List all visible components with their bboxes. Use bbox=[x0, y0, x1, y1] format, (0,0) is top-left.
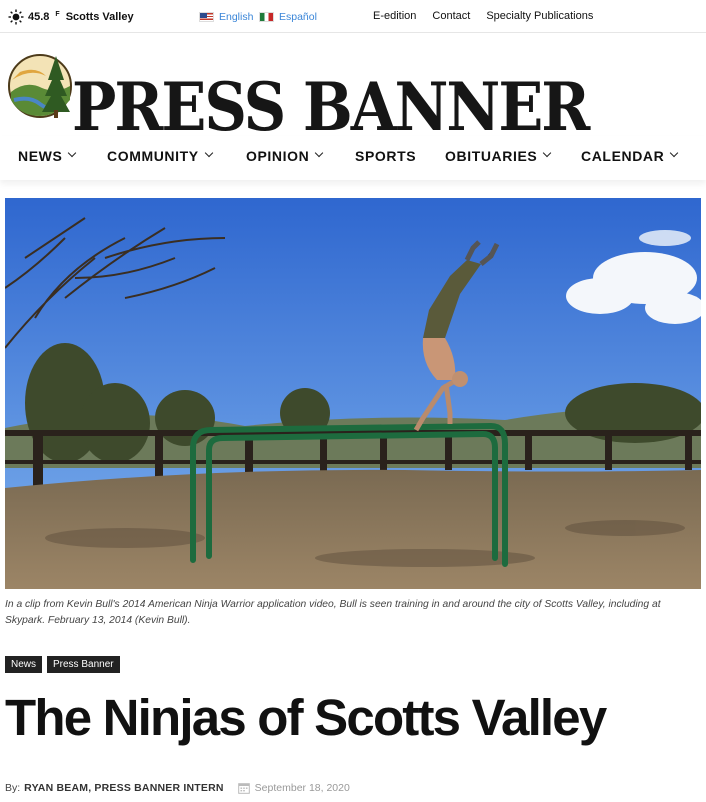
nav-obituaries-label: OBITUARIES bbox=[445, 148, 538, 164]
weather-location: Scotts Valley bbox=[65, 11, 134, 23]
us-flag-icon bbox=[199, 12, 214, 22]
top-bar: 45.8 F Scotts Valley English Español E-e… bbox=[0, 0, 706, 33]
nav-calendar[interactable]: CALENDAR bbox=[581, 148, 679, 164]
article-title: The Ninjas of Scotts Valley bbox=[5, 689, 607, 746]
chevron-down-icon bbox=[315, 148, 324, 158]
sun-icon bbox=[8, 9, 24, 25]
nav-news-label: NEWS bbox=[18, 148, 63, 164]
temperature-unit: F bbox=[55, 10, 60, 18]
nav-calendar-label: CALENDAR bbox=[581, 148, 665, 164]
image-caption: In a clip from Kevin Bull's 2014 America… bbox=[5, 599, 661, 626]
language-english-label: English bbox=[219, 11, 254, 23]
language-spanish-label: Español bbox=[279, 11, 317, 23]
eedition-link[interactable]: E-edition bbox=[373, 10, 416, 22]
specialty-publications-link[interactable]: Specialty Publications bbox=[486, 10, 593, 22]
language-spanish[interactable]: Español bbox=[259, 11, 317, 23]
main-navigation: NEWS COMMUNITY OPINION SPORTS OBITUARIES… bbox=[0, 136, 706, 180]
tag-news[interactable]: News bbox=[5, 656, 43, 673]
nav-community[interactable]: COMMUNITY bbox=[107, 148, 213, 164]
publish-date: September 18, 2020 bbox=[254, 782, 350, 794]
weather-widget: 45.8 F Scotts Valley bbox=[8, 9, 134, 25]
chevron-down-icon bbox=[68, 148, 77, 158]
nav-sports[interactable]: SPORTS bbox=[355, 148, 416, 164]
author-link[interactable]: RYAN BEAM, PRESS BANNER INTERN bbox=[24, 782, 224, 794]
logo-badge-icon[interactable] bbox=[6, 50, 76, 122]
chevron-down-icon bbox=[543, 148, 552, 158]
chevron-down-icon bbox=[670, 148, 679, 158]
nav-news[interactable]: NEWS bbox=[18, 148, 77, 164]
nav-obituaries[interactable]: OBITUARIES bbox=[445, 148, 552, 164]
nav-community-label: COMMUNITY bbox=[107, 148, 199, 164]
contact-link[interactable]: Contact bbox=[432, 10, 470, 22]
temperature: 45.8 bbox=[28, 11, 50, 23]
nav-opinion-label: OPINION bbox=[246, 148, 310, 164]
byline: By: RYAN BEAM, PRESS BANNER INTERN Septe… bbox=[5, 782, 350, 794]
site-header: PRESS BANNER bbox=[0, 34, 706, 140]
press-banner-logo[interactable]: PRESS BANNER bbox=[72, 74, 590, 140]
nav-opinion[interactable]: OPINION bbox=[246, 148, 324, 164]
language-english[interactable]: English bbox=[199, 11, 253, 23]
chevron-down-icon bbox=[204, 148, 213, 158]
byline-prefix: By: bbox=[5, 782, 21, 794]
nav-sports-label: SPORTS bbox=[355, 148, 417, 164]
article-hero-image bbox=[5, 198, 701, 589]
top-links: E-edition Contact Specialty Publications bbox=[373, 10, 609, 22]
tag-press-banner[interactable]: Press Banner bbox=[47, 656, 120, 673]
mx-flag-icon bbox=[259, 12, 274, 22]
calendar-icon bbox=[237, 783, 250, 794]
